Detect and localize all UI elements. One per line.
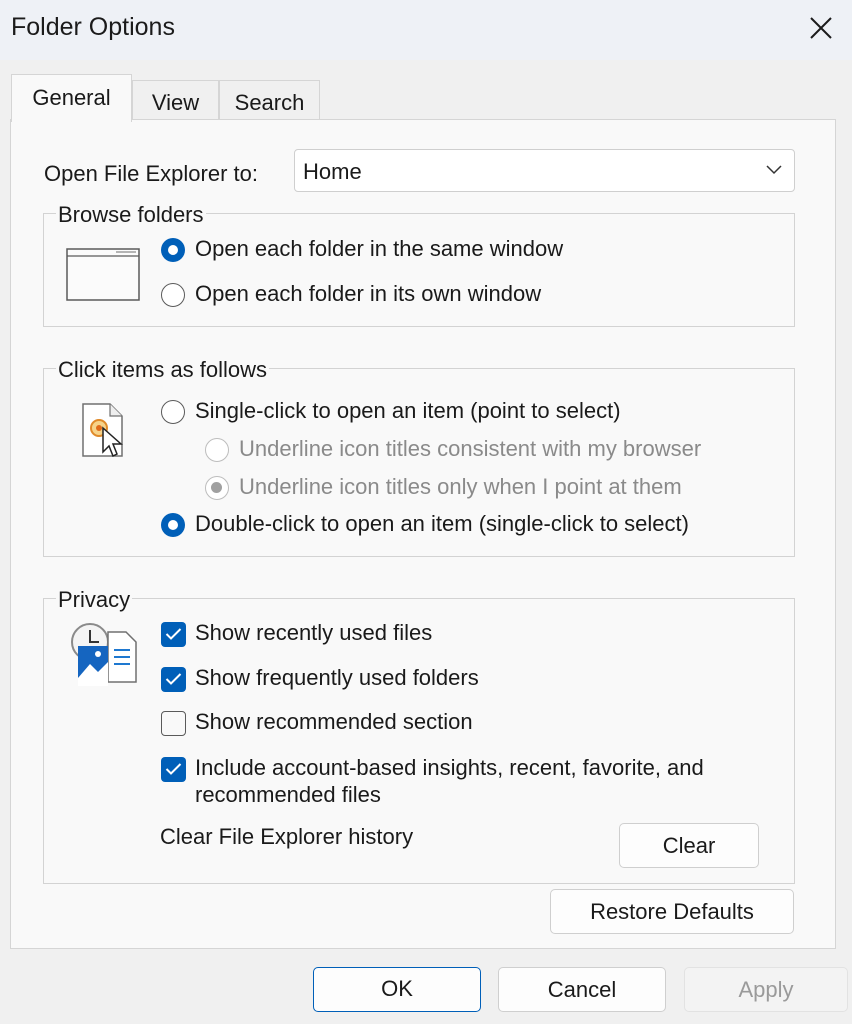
close-button[interactable]	[790, 0, 852, 58]
tab-search[interactable]: Search	[219, 80, 320, 120]
open-to-value: Home	[303, 159, 362, 184]
radio-same-window-label: Open each folder in the same window	[195, 236, 564, 261]
radio-single-click-label: Single-click to open an item (point to s…	[195, 398, 621, 423]
checkmark-icon	[165, 628, 182, 640]
checkbox-frequent-folders-label: Show frequently used folders	[195, 665, 479, 690]
apply-button[interactable]: Apply	[684, 967, 848, 1012]
recent-files-icon	[71, 623, 137, 686]
clear-history-label: Clear File Explorer history	[160, 824, 414, 849]
tab-view[interactable]: View	[132, 80, 219, 120]
checkmark-icon	[165, 673, 182, 685]
browse-folders-group	[43, 213, 795, 327]
open-to-dropdown[interactable]: Home	[294, 149, 795, 192]
checkmark-icon	[165, 763, 182, 775]
checkbox[interactable]	[161, 757, 186, 782]
radio-button[interactable]	[161, 238, 185, 262]
radio-own-window-label: Open each folder in its own window	[195, 281, 542, 306]
close-icon	[810, 17, 832, 39]
window-icon	[66, 248, 140, 301]
radio-underline-point-label: Underline icon titles only when I point …	[239, 474, 682, 499]
pointer-click-icon	[82, 403, 123, 458]
ok-button[interactable]: OK	[313, 967, 481, 1012]
checkbox[interactable]	[161, 667, 186, 692]
radio-button[interactable]	[161, 400, 185, 424]
checkbox-account-insights-label: Include account-based insights, recent, …	[195, 755, 704, 780]
radio-button	[205, 438, 229, 462]
click-items-legend: Click items as follows	[56, 357, 270, 383]
radio-double-click-label: Double-click to open an item (single-cli…	[195, 511, 689, 536]
cancel-button[interactable]: Cancel	[498, 967, 666, 1012]
window-title: Folder Options	[11, 13, 175, 41]
clear-button[interactable]: Clear	[619, 823, 759, 868]
checkbox-recommended-section-label: Show recommended section	[195, 709, 473, 734]
radio-button[interactable]	[161, 513, 185, 537]
checkbox-recent-files-label: Show recently used files	[195, 620, 433, 645]
radio-underline-browser-label: Underline icon titles consistent with my…	[239, 436, 702, 461]
tab-general[interactable]: General	[11, 74, 132, 122]
browse-folders-legend: Browse folders	[56, 202, 206, 228]
privacy-legend: Privacy	[56, 587, 133, 613]
radio-button[interactable]	[161, 283, 185, 307]
checkbox[interactable]	[161, 711, 186, 736]
radio-button	[205, 476, 229, 500]
restore-defaults-button[interactable]: Restore Defaults	[550, 889, 794, 934]
open-to-label: Open File Explorer to:	[44, 161, 258, 186]
checkbox[interactable]	[161, 622, 186, 647]
checkbox-account-insights-label-line2: recommended files	[195, 782, 381, 807]
title-bar: Folder Options	[0, 0, 852, 60]
chevron-down-icon	[766, 165, 782, 175]
